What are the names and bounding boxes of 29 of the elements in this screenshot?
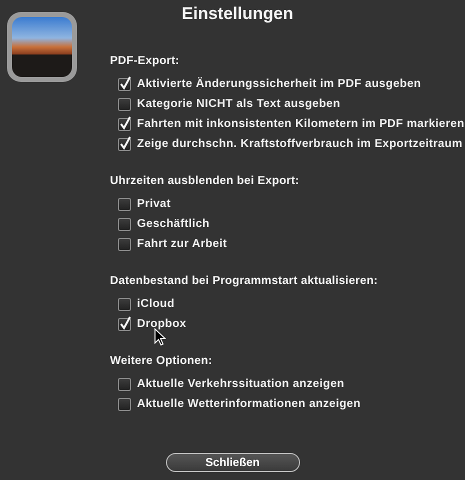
checkbox[interactable] [118, 398, 131, 410]
checkbox-label: Zeige durchschn. Kraftstoffverbrauch im Exportzeitraum [137, 138, 462, 150]
checkbox-label: Aktivierte Änderungssicherheit im PDF ausgeben [137, 78, 422, 90]
mouse-pointer-icon [154, 328, 166, 346]
checkbox-label: Dropbox [137, 318, 186, 330]
close-button[interactable]: Schließen [166, 453, 300, 472]
checkbox-label: Fahrt zur Arbeit [137, 238, 227, 250]
checkbox[interactable] [118, 318, 131, 330]
checkbox-label: Kategorie NICHT als Text ausgeben [137, 98, 340, 110]
checkbox-label: Aktuelle Verkehrssituation anzeigen [137, 378, 344, 390]
section-title: PDF-Export: [110, 54, 180, 69]
checkbox[interactable] [118, 198, 131, 210]
checkbox[interactable] [118, 138, 131, 150]
checkbox[interactable] [118, 218, 131, 230]
section-title: Uhrzeiten ausblenden bei Export: [110, 174, 300, 189]
section-title: Weitere Optionen: [110, 354, 214, 369]
checkbox-label: iCloud [137, 298, 175, 310]
checkbox-label: Aktuelle Wetterinformationen anzeigen [137, 398, 361, 410]
checkbox[interactable] [118, 78, 131, 90]
checkbox[interactable] [118, 238, 131, 250]
checkbox[interactable] [118, 98, 131, 110]
checkbox[interactable] [118, 378, 131, 390]
section-title: Datenbestand bei Programmstart aktualisieren: [110, 274, 379, 289]
checkbox[interactable] [118, 298, 131, 310]
window-title: Einstellungen [180, 3, 294, 25]
checkbox-label: Privat [137, 198, 171, 210]
checkbox-label: Fahrten mit inkonsistenten Kilometern im PDF markieren [137, 118, 464, 130]
checkbox-label: Geschäftlich [137, 218, 210, 230]
checkbox[interactable] [118, 118, 131, 130]
